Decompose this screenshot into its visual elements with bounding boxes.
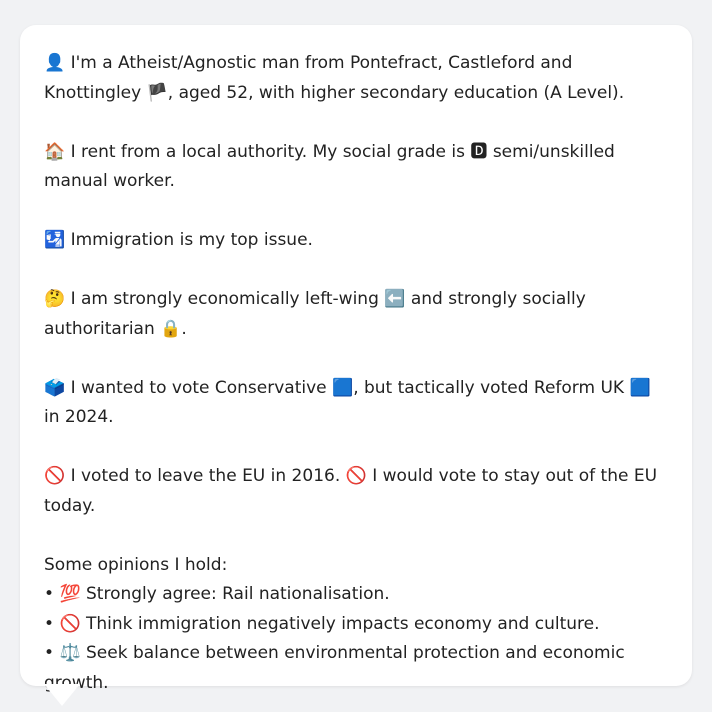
ideology-text: I am strongly economically left-wing (65, 289, 385, 309)
bullet: • (44, 613, 55, 634)
identity-text-2: , aged 52, with higher secondary educati… (167, 82, 625, 103)
left-arrow-icon: ⬅️ (384, 289, 406, 309)
housing-text: I rent from a local authority. My social… (65, 141, 471, 162)
identity-paragraph: 👤 I'm a Atheist/Agnostic man from Pontef… (44, 49, 670, 108)
opinion-text: Think immigration negatively impacts eco… (80, 613, 600, 634)
person-icon: 👤 (44, 53, 66, 73)
opinion-text: Strongly agree: Rail nationalisation. (80, 584, 390, 604)
passport-control-icon: 🛂 (44, 230, 66, 250)
eu-paragraph: 🚫 I voted to leave the EU in 2016. 🚫 I w… (44, 462, 670, 521)
top-issue-text: Immigration is my top issue. (65, 230, 313, 250)
opinion-item: • ⚖️ Seek balance between environmental … (44, 639, 670, 698)
vote-text-2: , but tactically voted Reform UK (353, 377, 630, 398)
opinions-heading: Some opinions I hold: (44, 554, 228, 575)
grade-d-badge-icon: 🅳 (470, 141, 488, 162)
housing-paragraph: 🏠 I rent from a local authority. My soci… (44, 138, 670, 197)
eu-text: I voted to leave the EU in 2016. (65, 466, 346, 486)
opinion-text: Seek balance between environmental prote… (44, 643, 625, 693)
prohibited-icon-2: 🚫 (345, 466, 367, 486)
opinion-item: • 💯 Strongly agree: Rail nationalisation… (44, 580, 670, 610)
balance-scale-icon: ⚖️ (59, 643, 81, 663)
thinking-face-icon: 🤔 (44, 289, 66, 309)
prohibited-icon: 🚫 (59, 613, 81, 634)
blue-square-icon: 🟦 (332, 377, 354, 398)
top-issue-paragraph: 🛂 Immigration is my top issue. (44, 226, 670, 256)
lock-icon: 🔒 (160, 318, 182, 339)
house-icon: 🏠 (44, 141, 66, 162)
speech-bubble-tail (44, 684, 80, 706)
vote-paragraph: 🗳️ I wanted to vote Conservative 🟦, but … (44, 374, 670, 433)
ballot-box-icon: 🗳️ (44, 377, 66, 398)
england-flag-icon: 🏴 (146, 82, 168, 103)
vote-text-3: in 2024. (44, 407, 114, 427)
prohibited-icon: 🚫 (44, 466, 66, 486)
ideology-text-3: . (181, 318, 187, 339)
bullet: • (44, 643, 55, 663)
persona-card: 👤 I'm a Atheist/Agnostic man from Pontef… (20, 25, 692, 693)
opinion-item: • 🚫 Think immigration negatively impacts… (44, 610, 670, 640)
hundred-points-icon: 💯 (59, 584, 81, 604)
bullet: • (44, 584, 55, 604)
opinions-section: Some opinions I hold: • 💯 Strongly agree… (44, 551, 670, 699)
blue-square-icon-2: 🟦 (629, 377, 651, 398)
ideology-paragraph: 🤔 I am strongly economically left-wing ⬅… (44, 285, 670, 344)
vote-text: I wanted to vote Conservative (65, 377, 333, 398)
